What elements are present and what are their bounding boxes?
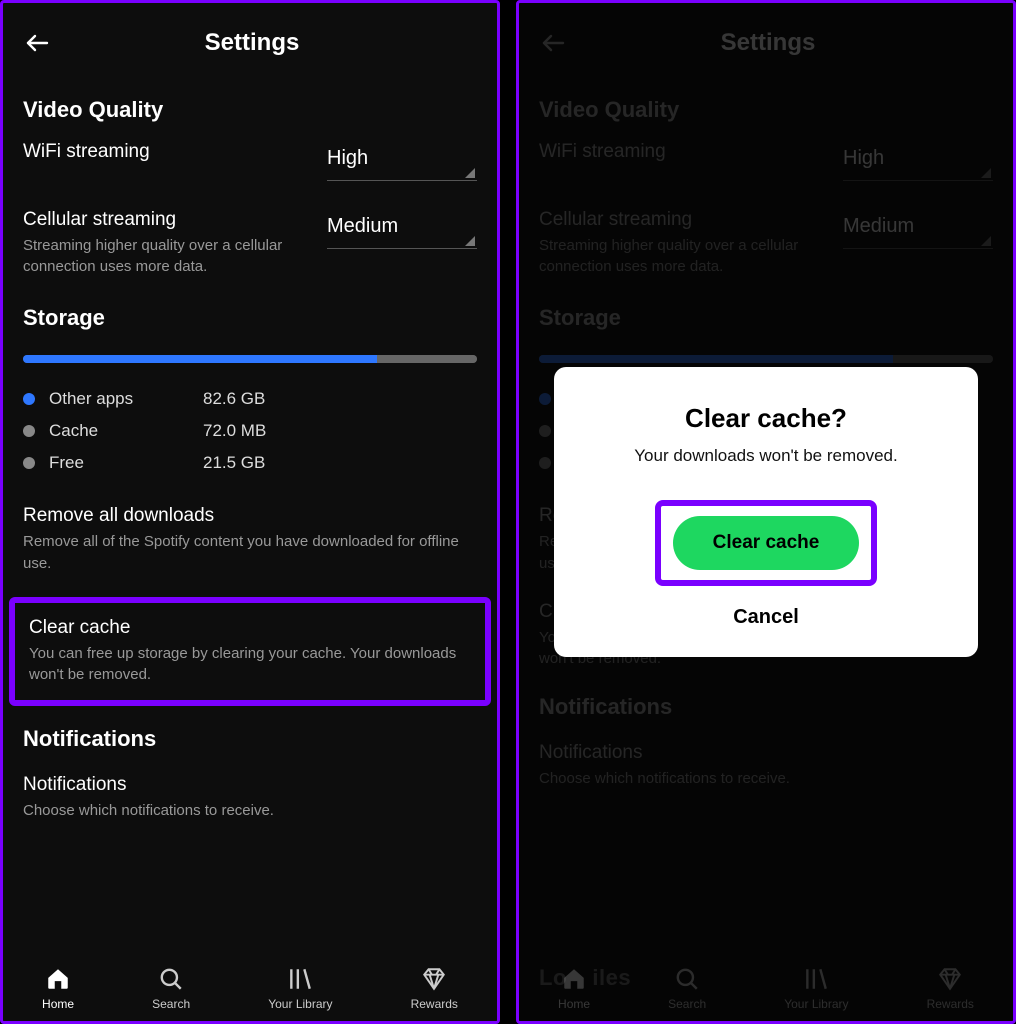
clear-cache-button[interactable]: Clear cache [673,516,860,570]
header: Settings [3,3,497,77]
confirm-button-highlight: Clear cache [655,500,878,586]
section-video-quality: Video Quality [23,97,477,123]
clear-cache-row-highlight: Clear cache You can free up storage by c… [9,597,491,707]
search-icon [157,965,185,993]
row-wifi-streaming[interactable]: WiFi streaming High [23,141,477,181]
library-icon [286,965,314,993]
clear-cache-row[interactable]: Clear cache You can free up storage by c… [29,617,471,687]
storage-bar-free [377,355,477,363]
section-storage: Storage [23,305,477,331]
dialog-title: Clear cache? [578,403,955,434]
screenshot-right: Settings Video Quality WiFi streaming Hi… [516,0,1016,1024]
nav-rewards[interactable]: Rewards [411,965,458,1011]
dot-icon [23,425,35,437]
home-icon [44,965,72,993]
storage-bar-used [23,355,377,363]
cellular-streaming-sub: Streaming higher quality over a cellular… [23,235,307,277]
dialog-message: Your downloads won't be removed. [578,446,955,466]
screenshot-left: Settings Video Quality WiFi streaming Hi… [0,0,500,1024]
dot-icon [23,457,35,469]
storage-bar [23,355,477,363]
legend-other-apps: Other apps 82.6 GB [23,383,477,415]
nav-library[interactable]: Your Library [268,965,332,1011]
page-title: Settings [27,29,477,57]
wifi-streaming-dropdown[interactable]: High [327,141,477,181]
row-cellular-streaming[interactable]: Cellular streaming Streaming higher qual… [23,209,477,277]
legend-cache: Cache 72.0 MB [23,415,477,447]
diamond-icon [420,965,448,993]
nav-home[interactable]: Home [42,965,74,1011]
wifi-streaming-label: WiFi streaming [23,141,307,163]
cellular-streaming-label: Cellular streaming [23,209,307,231]
settings-content: Video Quality WiFi streaming High Cellul… [3,77,497,1021]
dialog-overlay[interactable]: Clear cache? Your downloads won't be rem… [519,3,1013,1021]
storage-legend: Other apps 82.6 GB Cache 72.0 MB Free 21… [23,383,477,479]
notifications-row[interactable]: Notifications Choose which notifications… [23,770,477,826]
dot-icon [23,393,35,405]
section-notifications: Notifications [23,726,477,752]
cancel-button[interactable]: Cancel [733,606,799,629]
clear-cache-dialog: Clear cache? Your downloads won't be rem… [554,367,979,657]
nav-search[interactable]: Search [152,965,190,1011]
cellular-streaming-dropdown[interactable]: Medium [327,209,477,249]
legend-free: Free 21.5 GB [23,447,477,479]
bottom-nav: Home Search Your Library Rewards [3,943,497,1021]
remove-all-downloads[interactable]: Remove all downloads Remove all of the S… [23,501,477,579]
